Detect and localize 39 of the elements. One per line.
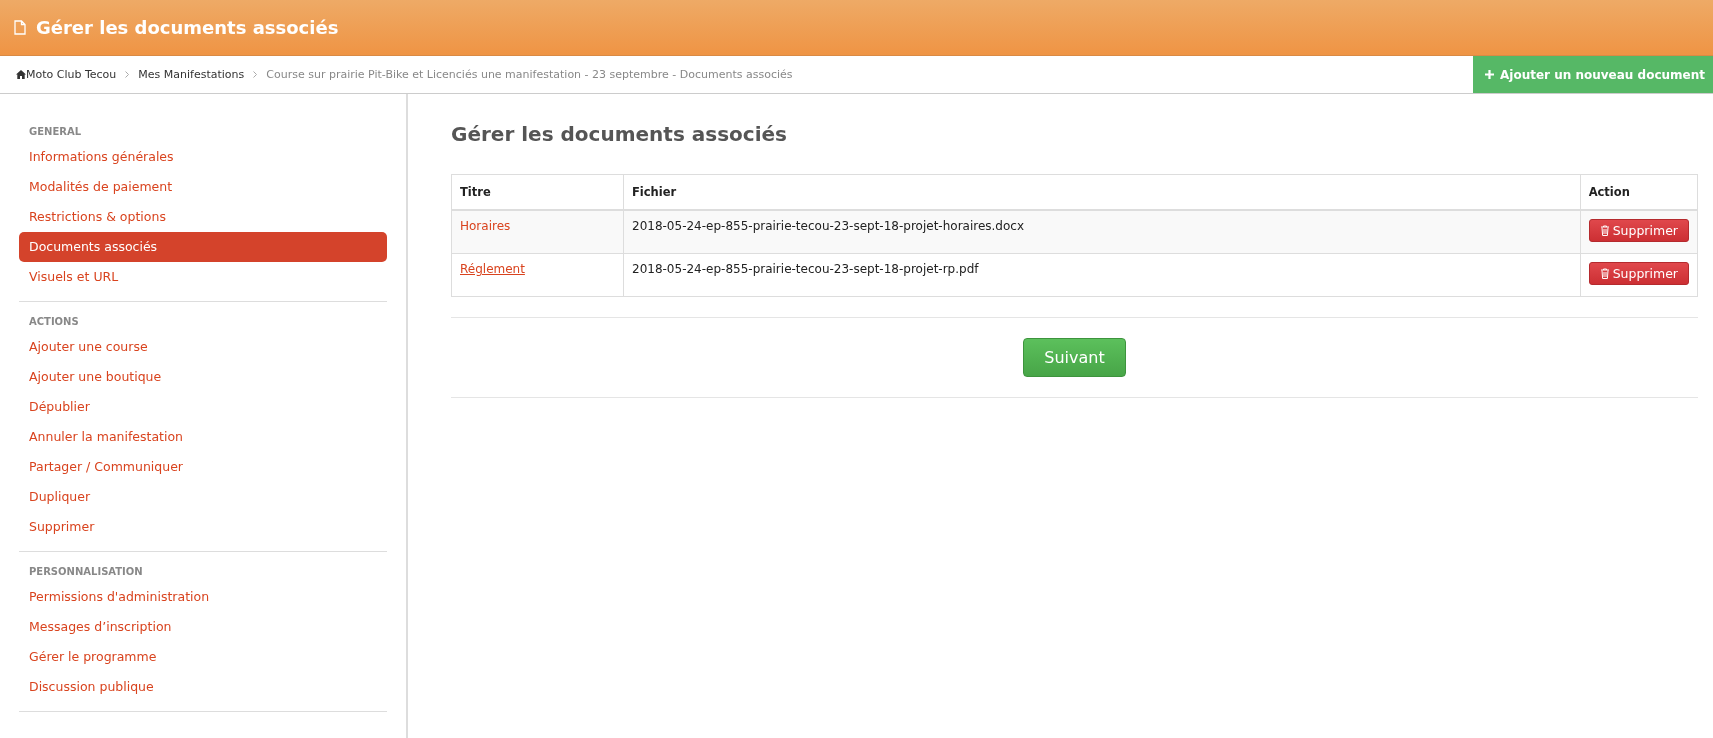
sidebar-item[interactable]: Annuler la manifestation [19, 422, 387, 452]
next-button[interactable]: Suivant [1023, 338, 1126, 377]
breadcrumb-link[interactable]: Moto Club Tecou [26, 68, 117, 81]
sidebar-item[interactable]: Partager / Communiquer [19, 452, 387, 482]
sidebar-item[interactable]: Permissions d'administration [19, 582, 387, 612]
sidebar-item[interactable]: Informations générales [19, 142, 387, 172]
sidebar-item[interactable]: Dépublier [19, 392, 387, 422]
document-icon [14, 20, 26, 35]
page-header-title: Gérer les documents associés [36, 17, 339, 38]
delete-button[interactable]: Supprimer [1588, 262, 1689, 285]
document-title-link[interactable]: Horaires [460, 219, 511, 233]
sidebar-item[interactable]: Documents associés [19, 232, 387, 262]
table-cell: 2018-05-24-ep-855-prairie-tecou-23-sept-18-projet-horaires.docx [623, 210, 1581, 254]
sidebar-heading: PERSONNALISATION [28, 566, 144, 579]
add-document-button[interactable]: Ajouter un nouveau document [1473, 56, 1713, 93]
sidebar-item[interactable]: Messages d’inscription [19, 612, 387, 642]
sidebar-heading: ACTIONS [28, 316, 80, 329]
sidebar-item[interactable]: Discussion publique [19, 672, 387, 702]
document-title-link[interactable]: Réglement [460, 262, 525, 276]
sidebar-item[interactable]: Visuels et URL [19, 262, 387, 292]
trash-icon [1599, 268, 1610, 279]
breadcrumb-current-page: Course sur prairie Pit-Bike et Licenciés une manifestation - 23 septembre - Documents associés [266, 68, 793, 81]
sidebar-item[interactable]: Dupliquer [19, 482, 387, 512]
chevron-icon [253, 71, 258, 78]
sidebar-item[interactable]: Ajouter une course [19, 332, 387, 362]
page-title: Gérer les documents associés [451, 122, 788, 146]
sidebar-heading: GENERAL [28, 126, 83, 139]
delete-button[interactable]: Supprimer [1588, 219, 1689, 242]
sidebar-item[interactable]: Restrictions & options [19, 202, 387, 232]
sidebar-item[interactable]: Gérer le programme [19, 642, 387, 672]
table-cell: 2018-05-24-ep-855-prairie-tecou-23-sept-18-projet-rp.pdf [623, 253, 1581, 297]
sidebar-item[interactable]: Supprimer [19, 512, 387, 542]
sidebar-item[interactable]: Modalités de paiement [19, 172, 387, 202]
breadcrumb-link[interactable]: Mes Manifestations [138, 68, 245, 81]
chevron-icon [125, 71, 130, 78]
home-icon [16, 70, 26, 79]
plus-icon [1485, 70, 1495, 79]
trash-icon [1599, 225, 1610, 236]
sidebar-item[interactable]: Ajouter une boutique [19, 362, 387, 392]
